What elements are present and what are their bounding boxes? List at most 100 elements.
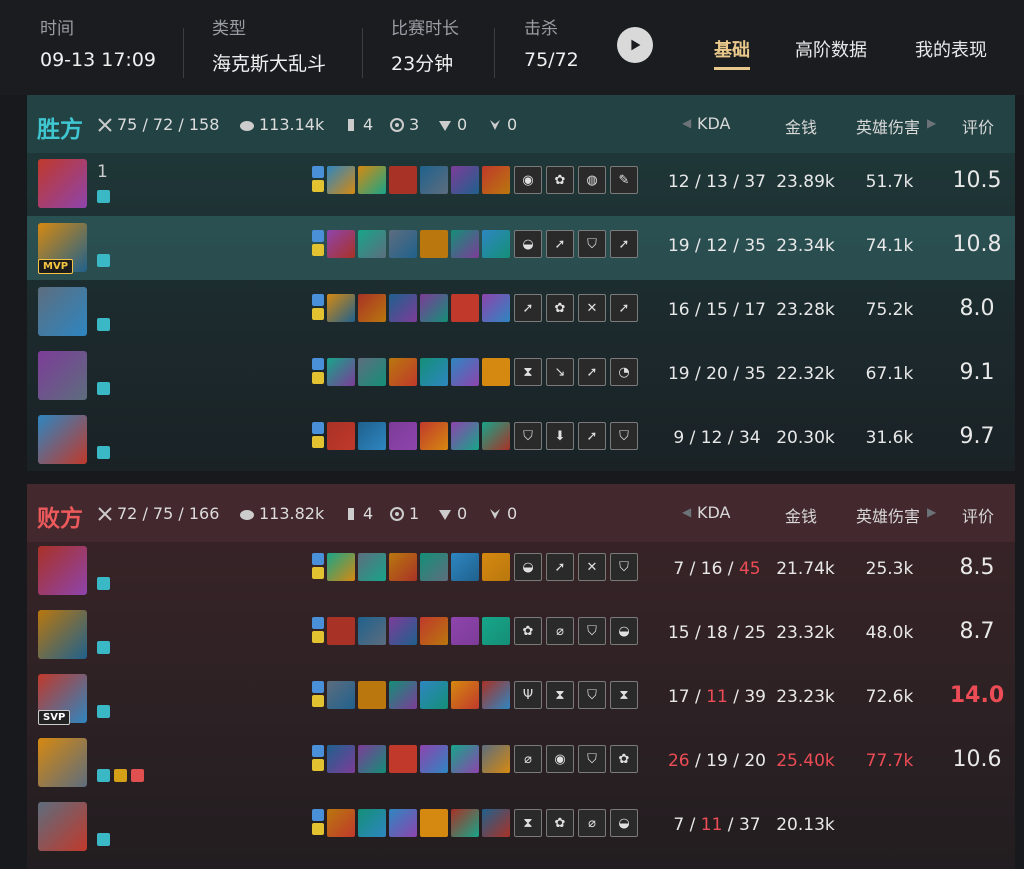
item-icon[interactable]	[482, 617, 510, 645]
augment-icon[interactable]: ◍	[578, 166, 606, 194]
player-row[interactable]: SVP Ψ ⧗ ⛉ ⧗ 17 / 11 / 39 23.23k 72.6k 14.0	[27, 667, 1015, 731]
summoner-spell-icon[interactable]	[312, 166, 324, 178]
summoner-spell-icon[interactable]	[312, 230, 324, 242]
item-icon[interactable]	[420, 809, 448, 837]
item-icon[interactable]	[420, 681, 448, 709]
scroll-right-icon[interactable]: ▶	[927, 116, 936, 130]
item-icon[interactable]	[389, 553, 417, 581]
item-icon[interactable]	[358, 422, 386, 450]
item-icon[interactable]	[451, 358, 479, 386]
augment-icon[interactable]: ⧗	[546, 681, 574, 709]
augment-icon[interactable]: ➚	[578, 422, 606, 450]
augment-icon[interactable]: ◉	[514, 166, 542, 194]
player-row[interactable]: ◒ ➚ ✕ ⛉ 7 / 16 / 45 21.74k 25.3k 8.5	[27, 539, 1015, 603]
item-icon[interactable]	[327, 358, 355, 386]
item-icon[interactable]	[420, 294, 448, 322]
tab-basic[interactable]: 基础	[714, 36, 750, 70]
item-icon[interactable]	[327, 166, 355, 194]
item-icon[interactable]	[327, 745, 355, 773]
augment-icon[interactable]: ◒	[514, 553, 542, 581]
augment-icon[interactable]: ⌀	[578, 809, 606, 837]
item-icon[interactable]	[451, 617, 479, 645]
summoner-spell-icon[interactable]	[312, 308, 324, 320]
augment-icon[interactable]: ◒	[514, 230, 542, 258]
player-name[interactable]: 1	[97, 162, 108, 182]
summoner-spell-icon[interactable]	[312, 422, 324, 434]
augment-icon[interactable]: ✿	[546, 809, 574, 837]
player-row[interactable]: ⛉ ⬇ ➚ ⛉ 9 / 12 / 34 20.30k 31.6k 9.7	[27, 408, 1015, 472]
augment-icon[interactable]: ✿	[546, 166, 574, 194]
item-icon[interactable]	[327, 681, 355, 709]
augment-icon[interactable]: ↘	[546, 358, 574, 386]
item-icon[interactable]	[420, 166, 448, 194]
player-row[interactable]: 1 ◉ ✿ ◍ ✎ 12 / 13 / 37 23.89k 51.7k 10.5	[27, 152, 1015, 216]
item-icon[interactable]	[451, 681, 479, 709]
augment-icon[interactable]: ◉	[546, 745, 574, 773]
champion-avatar[interactable]	[38, 287, 87, 336]
augment-icon[interactable]: ➚	[546, 553, 574, 581]
augment-icon[interactable]: ◒	[610, 809, 638, 837]
augment-icon[interactable]: ✎	[610, 166, 638, 194]
scroll-left-icon[interactable]: ◀	[682, 116, 691, 130]
player-row[interactable]: ⧗ ↘ ➚ ◔ 19 / 20 / 35 22.32k 67.1k 9.1	[27, 344, 1015, 408]
item-icon[interactable]	[389, 166, 417, 194]
replay-button[interactable]	[617, 27, 653, 63]
item-icon[interactable]	[358, 294, 386, 322]
item-icon[interactable]	[482, 422, 510, 450]
item-icon[interactable]	[420, 358, 448, 386]
champion-avatar[interactable]	[38, 351, 87, 400]
summoner-spell-icon[interactable]	[312, 745, 324, 757]
augment-icon[interactable]: ⛉	[578, 617, 606, 645]
player-row[interactable]: ✿ ⌀ ⛉ ◒ 15 / 18 / 25 23.32k 48.0k 8.7	[27, 603, 1015, 667]
item-icon[interactable]	[420, 745, 448, 773]
item-icon[interactable]	[358, 553, 386, 581]
summoner-spell-icon[interactable]	[312, 436, 324, 448]
augment-icon[interactable]: ⧗	[514, 809, 542, 837]
augment-icon[interactable]: ⛉	[610, 422, 638, 450]
tab-my-performance[interactable]: 我的表现	[915, 36, 987, 62]
champion-avatar[interactable]	[38, 546, 87, 595]
summoner-spell-icon[interactable]	[312, 681, 324, 693]
augment-icon[interactable]: ⛉	[514, 422, 542, 450]
augment-icon[interactable]: ⛉	[578, 745, 606, 773]
champion-avatar[interactable]	[38, 415, 87, 464]
player-row[interactable]: ⧗ ✿ ⌀ ◒ 7 / 11 / 37 20.13k	[27, 795, 1015, 859]
item-icon[interactable]	[482, 745, 510, 773]
item-icon[interactable]	[451, 809, 479, 837]
item-icon[interactable]	[389, 809, 417, 837]
scroll-right-icon[interactable]: ▶	[927, 505, 936, 519]
item-icon[interactable]	[451, 230, 479, 258]
item-icon[interactable]	[358, 617, 386, 645]
summoner-spell-icon[interactable]	[312, 372, 324, 384]
champion-avatar[interactable]	[38, 802, 87, 851]
item-icon[interactable]	[482, 553, 510, 581]
summoner-spell-icon[interactable]	[312, 759, 324, 771]
item-icon[interactable]	[482, 166, 510, 194]
item-icon[interactable]	[482, 358, 510, 386]
augment-icon[interactable]: ✿	[546, 294, 574, 322]
item-icon[interactable]	[482, 809, 510, 837]
item-icon[interactable]	[451, 422, 479, 450]
augment-icon[interactable]: ✿	[610, 745, 638, 773]
item-icon[interactable]	[327, 809, 355, 837]
item-icon[interactable]	[420, 617, 448, 645]
item-icon[interactable]	[482, 230, 510, 258]
augment-icon[interactable]: ⧗	[610, 681, 638, 709]
item-icon[interactable]	[420, 230, 448, 258]
augment-icon[interactable]: ➚	[578, 358, 606, 386]
item-icon[interactable]	[389, 294, 417, 322]
summoner-spell-icon[interactable]	[312, 180, 324, 192]
tab-advanced[interactable]: 高阶数据	[795, 36, 867, 62]
summoner-spell-icon[interactable]	[312, 631, 324, 643]
augment-icon[interactable]: ➚	[610, 230, 638, 258]
augment-icon[interactable]: ⧗	[514, 358, 542, 386]
augment-icon[interactable]: ⌀	[514, 745, 542, 773]
summoner-spell-icon[interactable]	[312, 553, 324, 565]
summoner-spell-icon[interactable]	[312, 358, 324, 370]
augment-icon[interactable]: ➚	[546, 230, 574, 258]
summoner-spell-icon[interactable]	[312, 567, 324, 579]
item-icon[interactable]	[327, 294, 355, 322]
augment-icon[interactable]: ✿	[514, 617, 542, 645]
augment-icon[interactable]: ⛉	[578, 230, 606, 258]
item-icon[interactable]	[420, 422, 448, 450]
